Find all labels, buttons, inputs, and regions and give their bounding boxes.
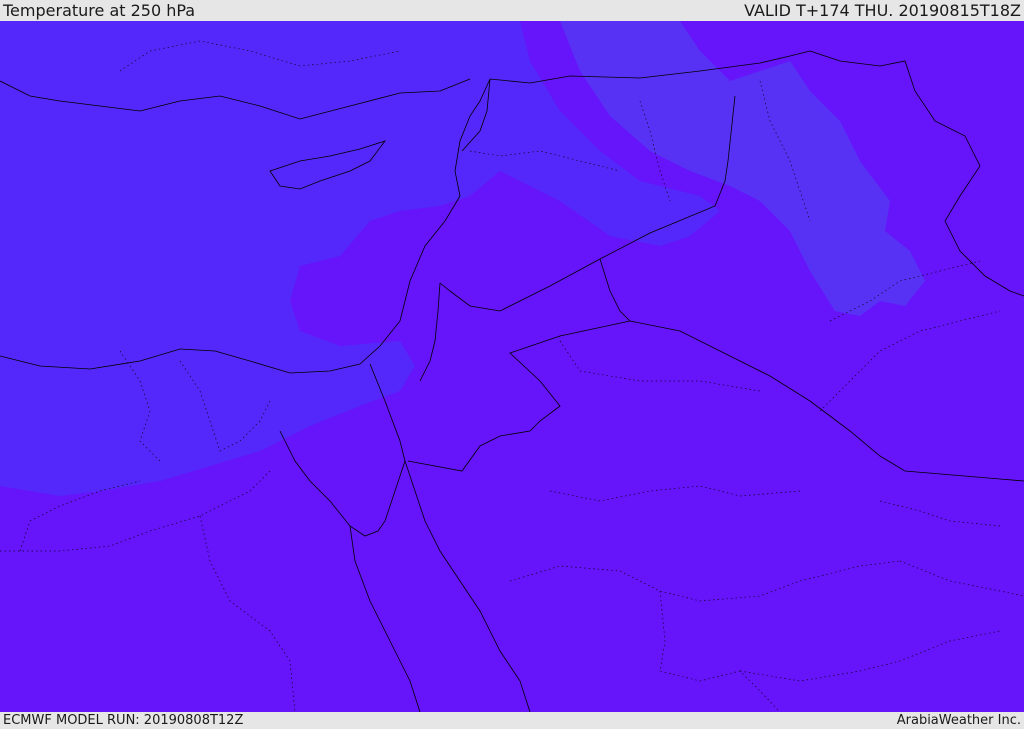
provider-label: ArabiaWeather Inc.	[896, 713, 1021, 728]
map-title: Temperature at 250 hPa	[3, 1, 196, 20]
top-header-bar: Temperature at 250 hPa VALID T+174 THU. …	[0, 0, 1024, 21]
weather-map[interactable]	[0, 21, 1024, 712]
map-canvas	[0, 21, 1024, 712]
model-run-label: ECMWF MODEL RUN: 20190808T12Z	[3, 713, 244, 728]
bottom-footer-bar: ECMWF MODEL RUN: 20190808T12Z ArabiaWeat…	[0, 712, 1024, 729]
valid-time-label: VALID T+174 THU. 20190815T18Z	[744, 1, 1021, 20]
